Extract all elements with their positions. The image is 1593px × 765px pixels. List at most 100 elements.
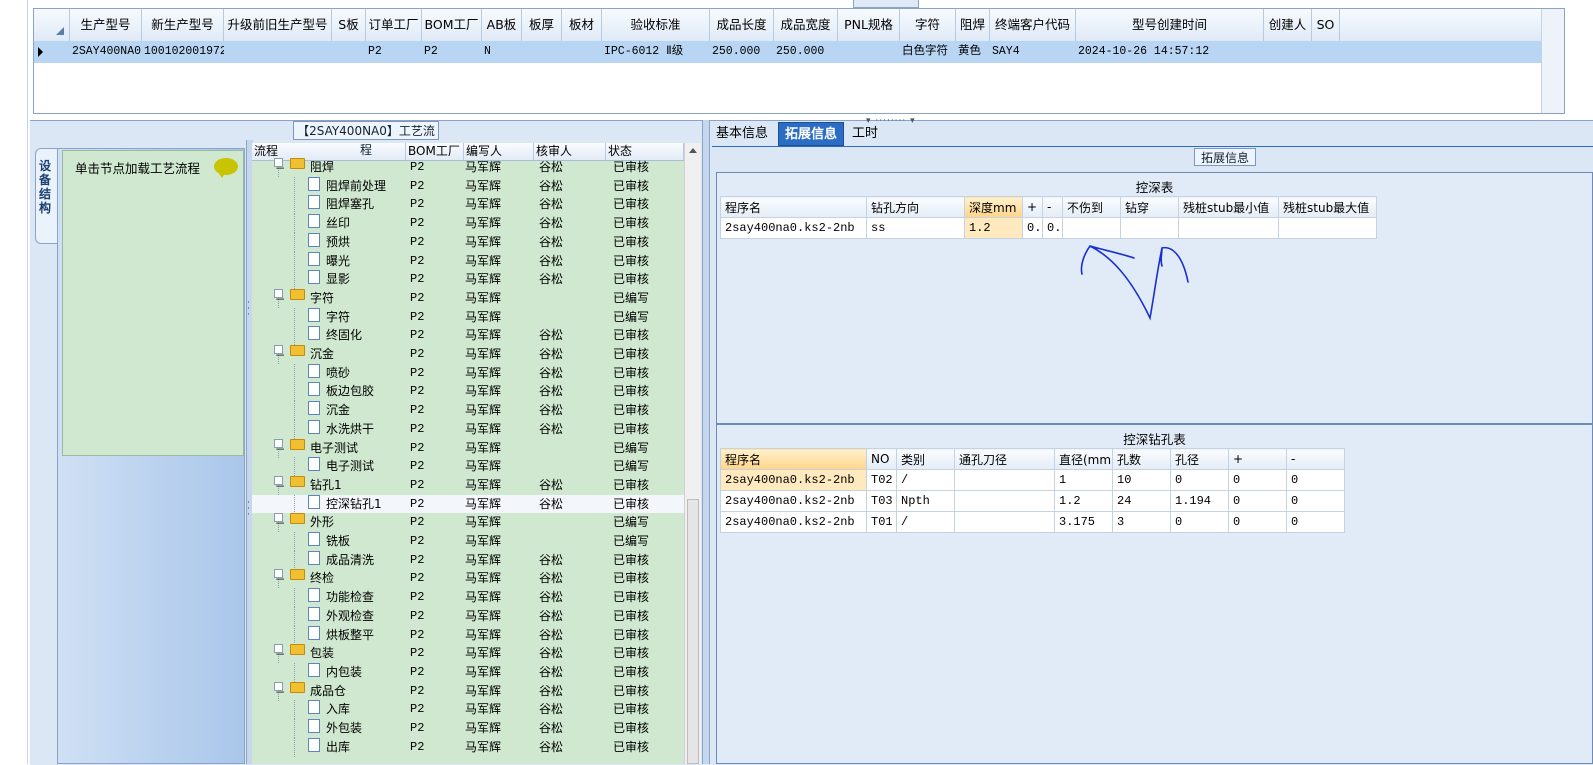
process-tree-scrollbar[interactable] xyxy=(684,143,701,764)
hole-column-header[interactable]: 直径(mm) xyxy=(1054,448,1113,470)
hole-cell[interactable]: Npth xyxy=(896,490,955,512)
hole-column-header[interactable]: NO xyxy=(866,448,897,470)
tree-step-row[interactable]: 曝光 P2 马军辉 谷松 已审核 xyxy=(252,251,684,271)
hole-table[interactable]: 程序名 NO 类别 通孔刀径 直径(mm) 孔数 孔径 + -2say400na0.ks2-2n… xyxy=(720,448,1345,533)
column-header[interactable]: BOM工厂 xyxy=(422,9,482,41)
depth-column-header[interactable]: 不伤到 xyxy=(1062,196,1121,218)
column-header[interactable]: 型号创建时间 xyxy=(1076,9,1264,41)
depth-column-header[interactable]: 残桩stub最大值 xyxy=(1278,196,1377,218)
depth-row[interactable]: 2say400na0.ks2-2nbss1.20..0.. xyxy=(720,217,1377,239)
model-grid-row[interactable]: 2SAY400NA010010200197263P2P2NIPC-6012 Ⅱ级… xyxy=(34,41,1564,63)
grid-cell[interactable]: 2024-10-26 14:57:12 xyxy=(1076,41,1264,63)
collapse-icon[interactable]: − xyxy=(274,513,285,530)
grid-cell[interactable] xyxy=(332,41,366,63)
tree-group-row[interactable]: − 成品仓 P2 马军辉 谷松 已审核 xyxy=(252,681,684,701)
tree-step-row[interactable]: 外观检查 P2 马军辉 谷松 已审核 xyxy=(252,606,684,626)
tree-group-row[interactable]: − 阻焊 P2 马军辉 谷松 已审核 xyxy=(252,158,684,177)
column-header[interactable]: PNL规格 xyxy=(838,9,900,41)
column-header[interactable]: S板 xyxy=(332,9,366,41)
hole-cell[interactable]: 0 xyxy=(1228,469,1287,491)
tree-step-row[interactable]: 水洗烘干 P2 马军辉 谷松 已审核 xyxy=(252,419,684,439)
depth-cell[interactable] xyxy=(1278,217,1377,239)
tree-step-row[interactable]: 烘板整平 P2 马军辉 谷松 已审核 xyxy=(252,625,684,645)
column-header[interactable]: 订单工厂 xyxy=(366,9,422,41)
scroll-up-icon[interactable] xyxy=(689,148,697,153)
tree-step-row[interactable]: 预烘 P2 马军辉 谷松 已审核 xyxy=(252,232,684,252)
grid-cell[interactable]: P2 xyxy=(422,41,482,63)
collapse-icon[interactable]: − xyxy=(274,345,285,362)
column-header[interactable]: SO xyxy=(1312,9,1340,41)
hole-cell[interactable]: 1.194 xyxy=(1170,490,1229,512)
hole-cell[interactable]: 0 xyxy=(1228,490,1287,512)
grid-cell[interactable]: 10010200197263 xyxy=(142,41,224,63)
tab-work-hours[interactable]: 工时 xyxy=(846,122,884,146)
grid-cell[interactable] xyxy=(1312,41,1340,63)
tree-step-row[interactable]: 板边包胶 P2 马军辉 谷松 已审核 xyxy=(252,382,684,402)
grid-cell[interactable]: 2SAY400NA0 xyxy=(70,41,142,63)
grid-cell[interactable]: 黄色 xyxy=(956,41,990,63)
hole-cell[interactable] xyxy=(954,490,1055,512)
hole-cell[interactable]: 1 xyxy=(1054,469,1113,491)
scroll-thumb[interactable] xyxy=(687,499,699,764)
tree-step-row[interactable]: 终固化 P2 马军辉 谷松 已审核 xyxy=(252,326,684,346)
collapse-icon[interactable]: − xyxy=(274,475,285,493)
model-grid[interactable]: 生产型号 新生产型号 升级前旧生产型号 S板 订单工厂 BOM工厂 AB板 板厚 板材 验收标准成… xyxy=(33,8,1565,114)
tree-step-row[interactable]: 出库 P2 马军辉 谷松 已审核 xyxy=(252,737,684,757)
hole-cell[interactable]: 10 xyxy=(1112,469,1171,491)
hole-cell[interactable]: T01 xyxy=(866,511,897,533)
tree-step-row[interactable]: 内包装 P2 马军辉 谷松 已审核 xyxy=(252,662,684,682)
tree-step-row[interactable]: 字符 P2 马军辉 已编写 xyxy=(252,307,684,327)
tree-step-row[interactable]: 沉金 P2 马军辉 谷松 已审核 xyxy=(252,401,684,421)
tree-group-row[interactable]: − 钻孔1 P2 马军辉 谷松 已审核 xyxy=(252,475,684,495)
process-tree[interactable]: 流程 BOM工厂 编写人 核审人 状态 − 阻焊 P2 马军辉 谷松 已审核 阻焊前处理 P2 马军辉谷… xyxy=(252,143,684,764)
column-header[interactable]: 成品长度 xyxy=(710,9,774,41)
hole-cell[interactable]: 0 xyxy=(1286,469,1345,491)
grid-cell[interactable]: 250.000 xyxy=(774,41,838,63)
hole-column-header[interactable]: 通孔刀径 xyxy=(954,448,1055,470)
tree-group-row[interactable]: − 字符 P2 马军辉 已编写 xyxy=(252,288,684,308)
tree-step-row[interactable]: 喷砂 P2 马军辉 谷松 已审核 xyxy=(252,363,684,383)
hole-cell[interactable]: 3.175 xyxy=(1054,511,1113,533)
tree-group-row[interactable]: − 电子测试 P2 马军辉 已编写 xyxy=(252,438,684,458)
depth-cell[interactable]: 0.. xyxy=(1042,217,1063,239)
column-header[interactable]: AB板 xyxy=(482,9,522,41)
hole-column-header[interactable]: 类别 xyxy=(896,448,955,470)
tree-step-row[interactable]: 电子测试 P2 马军辉 已编写 xyxy=(252,457,684,477)
tree-step-row[interactable]: 铣板 P2 马军辉 已编写 xyxy=(252,532,684,551)
grid-cell[interactable]: IPC-6012 Ⅱ级 xyxy=(602,41,710,63)
tab-basic-info[interactable]: 基本信息 xyxy=(710,122,774,146)
grid-cell[interactable] xyxy=(224,41,332,63)
grid-cell[interactable]: SAY4 xyxy=(990,41,1076,63)
grid-cell[interactable] xyxy=(522,41,562,63)
top-collapse-tab[interactable] xyxy=(853,0,919,8)
tree-step-row[interactable]: 入库 P2 马军辉 谷松 已审核 xyxy=(252,700,684,720)
depth-column-header[interactable]: 深度mm xyxy=(964,196,1023,218)
column-header[interactable]: 板厚 xyxy=(522,9,562,41)
hole-cell[interactable]: 2say400na0.ks2-2nb xyxy=(720,490,867,512)
column-header[interactable]: 升级前旧生产型号 xyxy=(224,9,332,41)
tree-step-row[interactable]: 阻焊前处理 P2 马军辉 谷松 已审核 xyxy=(252,176,684,196)
column-header[interactable]: 验收标准 xyxy=(602,9,710,41)
column-header[interactable]: 成品宽度 xyxy=(774,9,838,41)
collapse-icon[interactable]: − xyxy=(274,681,285,699)
hole-cell[interactable]: / xyxy=(896,511,955,533)
hole-cell[interactable]: 24 xyxy=(1112,490,1171,512)
column-header[interactable]: 终端客户代码 xyxy=(990,9,1076,41)
hole-cell[interactable]: T03 xyxy=(866,490,897,512)
grid-cell[interactable] xyxy=(1264,41,1312,63)
grid-cell[interactable] xyxy=(562,41,602,63)
depth-column-header[interactable]: 程序名 xyxy=(720,196,867,218)
depth-cell[interactable]: 2say400na0.ks2-2nb xyxy=(720,217,867,239)
column-header[interactable]: 创建人 xyxy=(1264,9,1312,41)
hole-cell[interactable]: 0 xyxy=(1286,490,1345,512)
tree-step-row[interactable]: 成品清洗 P2 马军辉 谷松 已审核 xyxy=(252,550,684,570)
hole-cell[interactable]: / xyxy=(896,469,955,491)
column-header[interactable]: 阻焊 xyxy=(956,9,990,41)
depth-column-header[interactable]: - xyxy=(1042,196,1063,218)
collapse-icon[interactable]: − xyxy=(274,569,285,586)
hole-column-header[interactable]: - xyxy=(1286,448,1345,470)
grid-cell[interactable]: N xyxy=(482,41,522,63)
depth-table[interactable]: 程序名 钻孔方向 深度mm + - 不伤到 钻穿 残桩stub最小值 残桩stub最大值 2say… xyxy=(720,196,1377,239)
collapse-icon[interactable]: − xyxy=(274,158,285,175)
column-header[interactable]: 字符 xyxy=(900,9,956,41)
